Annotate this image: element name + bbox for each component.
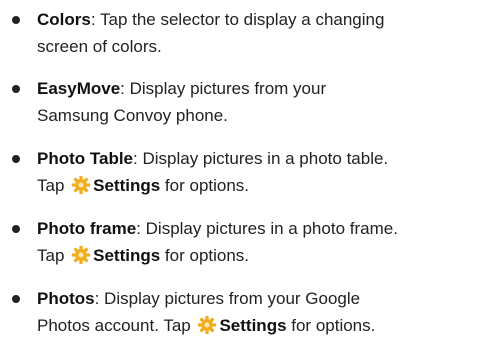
item-description-continued: Tap: [37, 246, 70, 265]
bullet-point: [12, 16, 20, 24]
bullet-point: [12, 85, 20, 93]
item-description: : Tap the selector to display a changing: [90, 10, 385, 29]
item-description: : Display pictures in a photo table.: [133, 149, 389, 168]
settings-label: Settings: [93, 246, 161, 265]
item-description-end: for options.: [160, 246, 250, 265]
document-page: Colors: Tap the selector to display a ch…: [0, 0, 484, 350]
item-title: Photo frame: [37, 219, 137, 238]
item-title: Photo Table: [37, 149, 134, 168]
item-description-continued: Tap: [37, 176, 70, 195]
list-item-text: Photos: Display pictures from your Googl…: [37, 285, 477, 339]
item-title: Photos: [37, 289, 95, 308]
bullet-point: [12, 295, 20, 303]
list-item-text: Colors: Tap the selector to display a ch…: [37, 6, 477, 60]
item-description-continued: screen of colors.: [37, 37, 162, 56]
bullet-point: [12, 225, 20, 233]
settings-label: Settings: [93, 176, 161, 195]
item-description-continued: Samsung Convoy phone.: [37, 106, 228, 125]
item-title: Colors: [37, 10, 91, 29]
list-item-text: Photo frame: Display pictures in a photo…: [37, 215, 477, 269]
item-title: EasyMove: [37, 79, 121, 98]
bullet-point: [12, 155, 20, 163]
item-description: : Display pictures in a photo frame.: [136, 219, 398, 238]
item-description: : Display pictures from your: [120, 79, 327, 98]
item-description-continued: Photos account. Tap: [37, 316, 196, 335]
gear-icon: [198, 315, 217, 335]
item-description: : Display pictures from your Google: [94, 289, 361, 308]
list-item-text: EasyMove: Display pictures from your Sam…: [37, 75, 477, 129]
gear-icon: [71, 175, 91, 195]
settings-label: Settings: [219, 316, 287, 335]
list-item-text: Photo Table: Display pictures in a photo…: [37, 145, 477, 199]
item-description-end: for options.: [286, 316, 376, 335]
item-description-end: for options.: [160, 176, 250, 195]
gear-icon: [71, 245, 91, 265]
